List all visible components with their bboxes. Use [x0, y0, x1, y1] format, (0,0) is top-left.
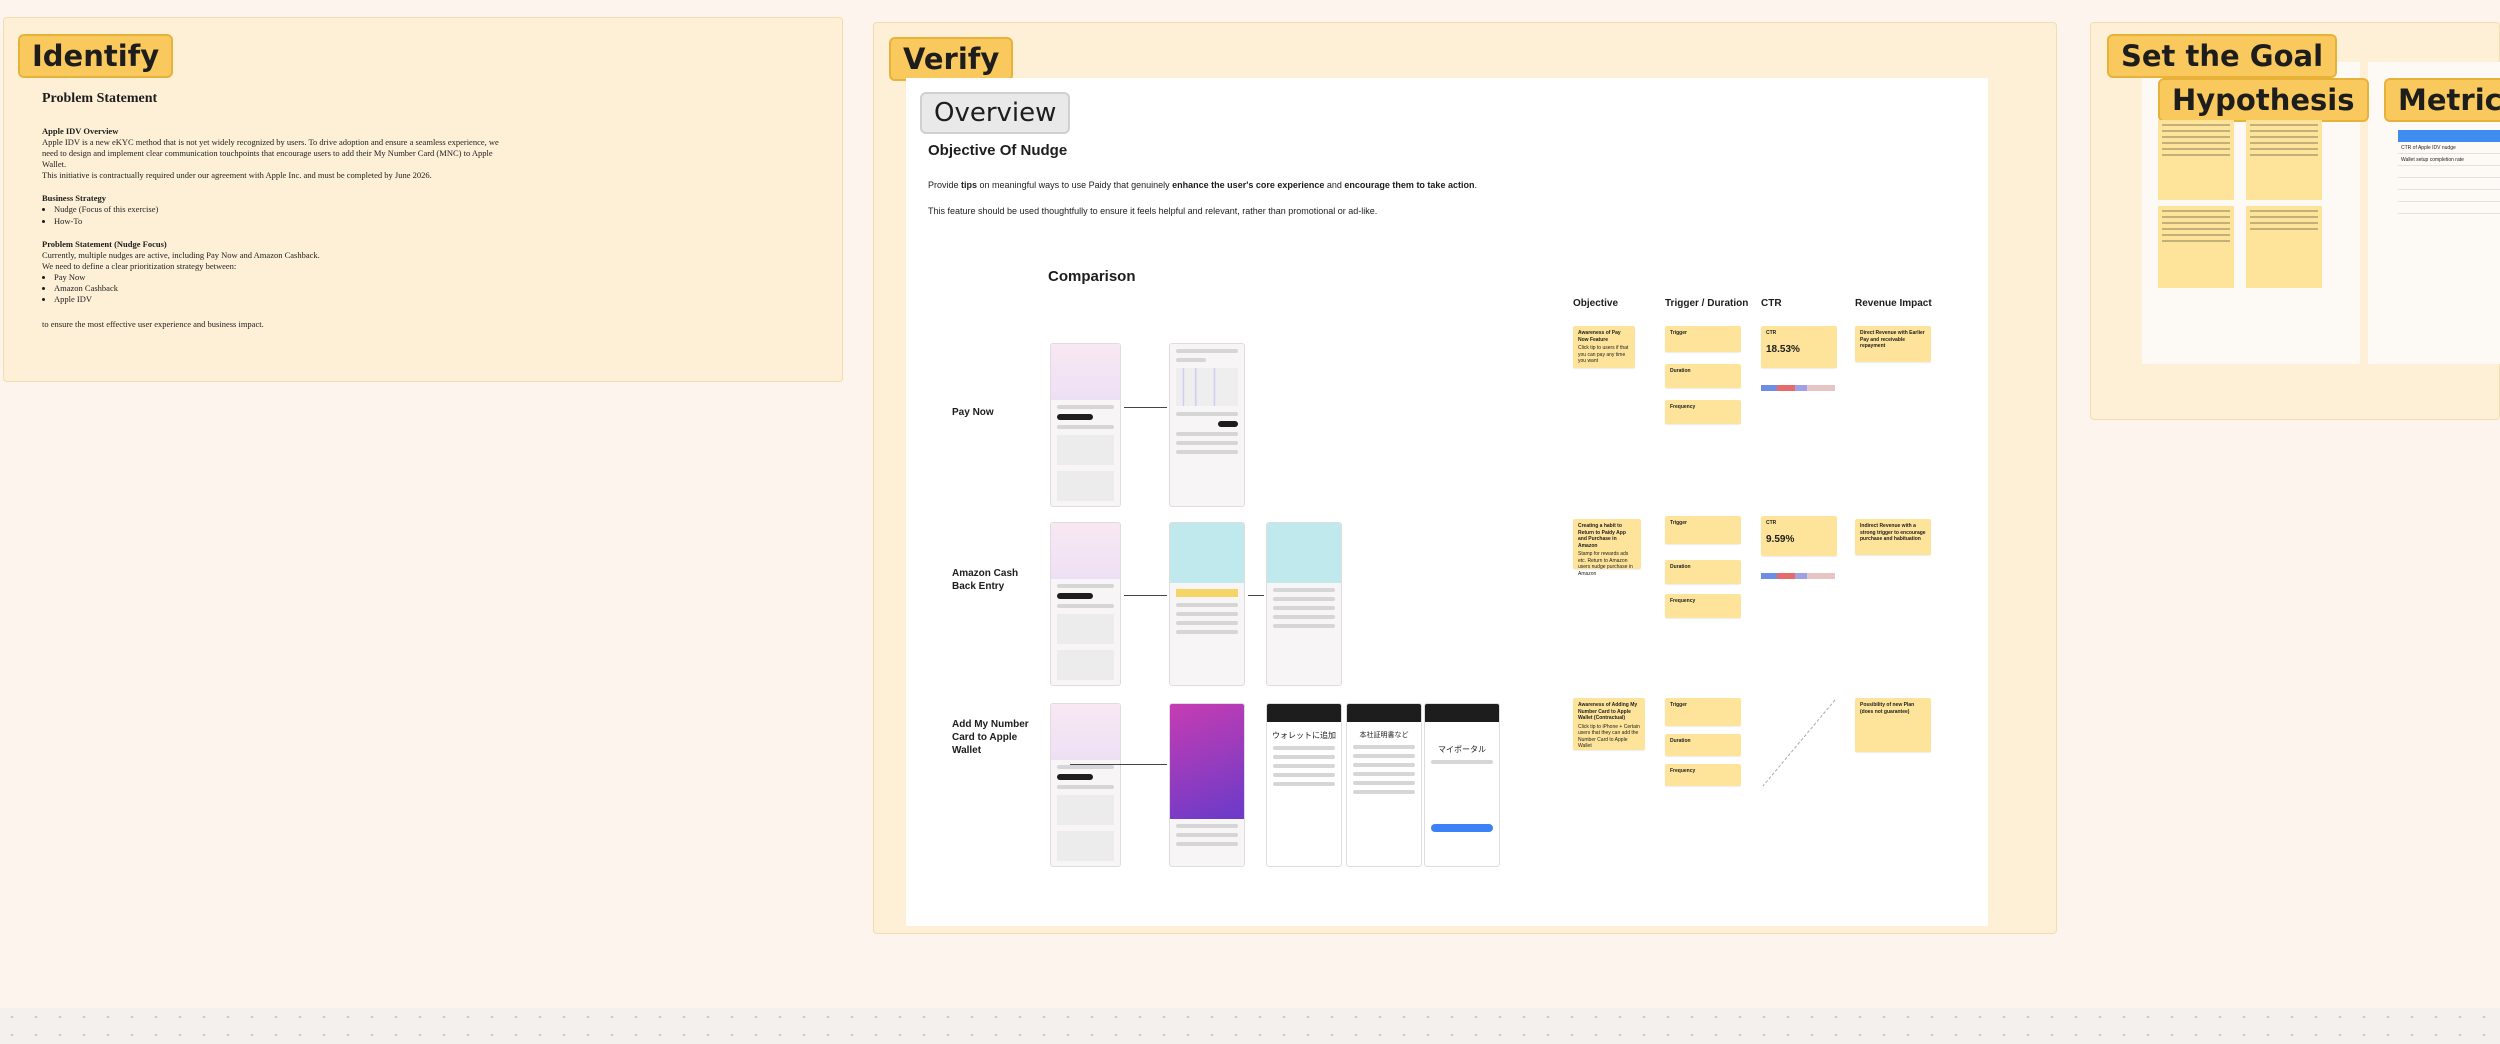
- objective-description-2: This feature should be used thoughtfully…: [928, 206, 1378, 216]
- problem-statement-nudge-title: Problem Statement (Nudge Focus): [42, 238, 167, 249]
- sticky-trigger-wallet: Trigger: [1665, 698, 1741, 726]
- apple-idv-text-2: This initiative is contractually require…: [42, 170, 432, 181]
- business-strategy-title: Business Strategy: [42, 193, 106, 204]
- metrics-tag[interactable]: Metrics: [2384, 78, 2500, 122]
- hypothesis-tag[interactable]: Hypothesis: [2158, 78, 2369, 122]
- list-item: Nudge (Focus of this exercise): [54, 204, 512, 215]
- paynow-screen-home: [1050, 343, 1121, 507]
- column-revenue: Revenue Impact: [1855, 298, 1932, 309]
- table-row: CTR of Apple IDV nudge: [2398, 142, 2500, 154]
- connector-arrow: [1248, 595, 1264, 596]
- amazon-screen-home: [1050, 522, 1121, 686]
- apple-idv-text: Apple IDV is a new eKYC method that is n…: [42, 137, 499, 170]
- amazon-screen-detail-2: [1266, 522, 1342, 686]
- apple-idv-title: Apple IDV Overview: [42, 126, 119, 137]
- table-row: Wallet setup completion rate: [2398, 154, 2500, 166]
- table-row: [2398, 178, 2500, 190]
- sticky-trigger-amazon: Trigger: [1665, 516, 1741, 544]
- sticky-objective-wallet: Awareness of Adding My Number Card to Ap…: [1573, 698, 1645, 750]
- row-label-apple-wallet: Add My Number Card to Apple Wallet: [952, 719, 1029, 756]
- sticky-duration-paynow: Duration: [1665, 364, 1741, 388]
- amazon-screen-detail-1: [1169, 522, 1245, 686]
- sticky-duration-wallet: Duration: [1665, 734, 1741, 756]
- verify-tag[interactable]: Verify: [889, 37, 1014, 81]
- column-ctr: CTR: [1761, 298, 1782, 309]
- ctr-bar-amazon: [1761, 566, 1835, 579]
- problem-statement-card: Problem Statement Apple IDV Overview App…: [42, 90, 512, 330]
- table-row: [2398, 190, 2500, 202]
- objective-description: Provide tips on meaningful ways to use P…: [928, 180, 1477, 190]
- wallet-screen-add: ウォレットに追加: [1266, 703, 1342, 867]
- connector-arrow: [1124, 407, 1167, 408]
- list-item: How-To: [54, 216, 512, 227]
- comparison-title: Comparison: [1048, 268, 1136, 285]
- metrics-table: CTR of Apple IDV nudge Wallet setup comp…: [2398, 130, 2500, 214]
- row-label-amazon: Amazon Cash Back Entry: [952, 568, 1019, 592]
- sticky-ctr-paynow: CTR 18.53%: [1761, 326, 1837, 368]
- wallet-screen-card: [1169, 703, 1245, 867]
- jp-screen-title-3: マイポータル: [1438, 745, 1486, 754]
- connector-arrow: [1070, 764, 1167, 765]
- wallet-screen-portal: マイポータル: [1424, 703, 1500, 867]
- nudge-list: Pay Now Amazon Cashback Apple IDV: [42, 272, 512, 305]
- connector-arrow: [1124, 595, 1167, 596]
- sticky-objective-paynow: Awareness of Pay Now Feature Click tip to…: [1573, 326, 1635, 368]
- ps-footer: to ensure the most effective user experi…: [42, 318, 264, 329]
- ps-text-2: We need to define a clear prioritization…: [42, 260, 237, 271]
- ctr-placeholder-slash: [1762, 699, 1836, 787]
- hypothesis-sticky-3: [2158, 206, 2234, 288]
- canvas-dot-grid: [0, 1008, 2500, 1044]
- sticky-trigger-paynow: Trigger: [1665, 326, 1741, 352]
- ctr-bar-paynow: [1761, 378, 1835, 391]
- objective-title: Objective Of Nudge: [928, 142, 1068, 159]
- list-item: Pay Now: [54, 272, 512, 283]
- hypothesis-sticky-1: [2158, 120, 2234, 200]
- sticky-ctr-amazon: CTR 9.59%: [1761, 516, 1837, 556]
- sticky-revenue-amazon: Indirect Revenue with a strong trigger t…: [1855, 519, 1931, 555]
- column-objective: Objective: [1573, 298, 1619, 309]
- sticky-frequency-wallet: Frequency: [1665, 764, 1741, 786]
- sticky-revenue-wallet: Possibility of new Plan (does not guaran…: [1855, 698, 1931, 752]
- table-row: [2398, 202, 2500, 214]
- list-item: Apple IDV: [54, 294, 512, 305]
- jp-screen-title-1: ウォレットに追加: [1272, 731, 1336, 740]
- wallet-screen-certificate: 本社証明書など: [1346, 703, 1422, 867]
- sticky-revenue-paynow: Direct Revenue with Earlier Pay and rece…: [1855, 326, 1931, 362]
- table-row: [2398, 166, 2500, 178]
- problem-statement-heading: Problem Statement: [42, 91, 158, 106]
- ps-text-1: Currently, multiple nudges are active, i…: [42, 249, 320, 260]
- column-trigger: Trigger / Duration: [1665, 298, 1749, 309]
- sticky-objective-amazon: Creating a habit to Return to Paidy App …: [1573, 519, 1641, 577]
- identify-tag[interactable]: Identify: [18, 34, 174, 78]
- business-strategy-list: Nudge (Focus of this exercise) How-To: [42, 204, 512, 226]
- jp-screen-title-2: 本社証明書など: [1359, 732, 1409, 739]
- wallet-screen-home: [1050, 703, 1121, 867]
- hypothesis-sticky-4: [2246, 206, 2322, 288]
- paynow-screen-detail: [1169, 343, 1245, 507]
- metrics-table-header: [2398, 130, 2500, 142]
- overview-chip[interactable]: Overview: [920, 92, 1071, 134]
- set-goal-tag[interactable]: Set the Goal: [2107, 34, 2338, 78]
- list-item: Amazon Cashback: [54, 283, 512, 294]
- sticky-duration-amazon: Duration: [1665, 560, 1741, 584]
- hypothesis-sticky-2: [2246, 120, 2322, 200]
- sticky-frequency-amazon: Frequency: [1665, 594, 1741, 618]
- sticky-frequency-paynow: Frequency: [1665, 400, 1741, 424]
- row-label-pay-now: Pay Now: [952, 407, 994, 418]
